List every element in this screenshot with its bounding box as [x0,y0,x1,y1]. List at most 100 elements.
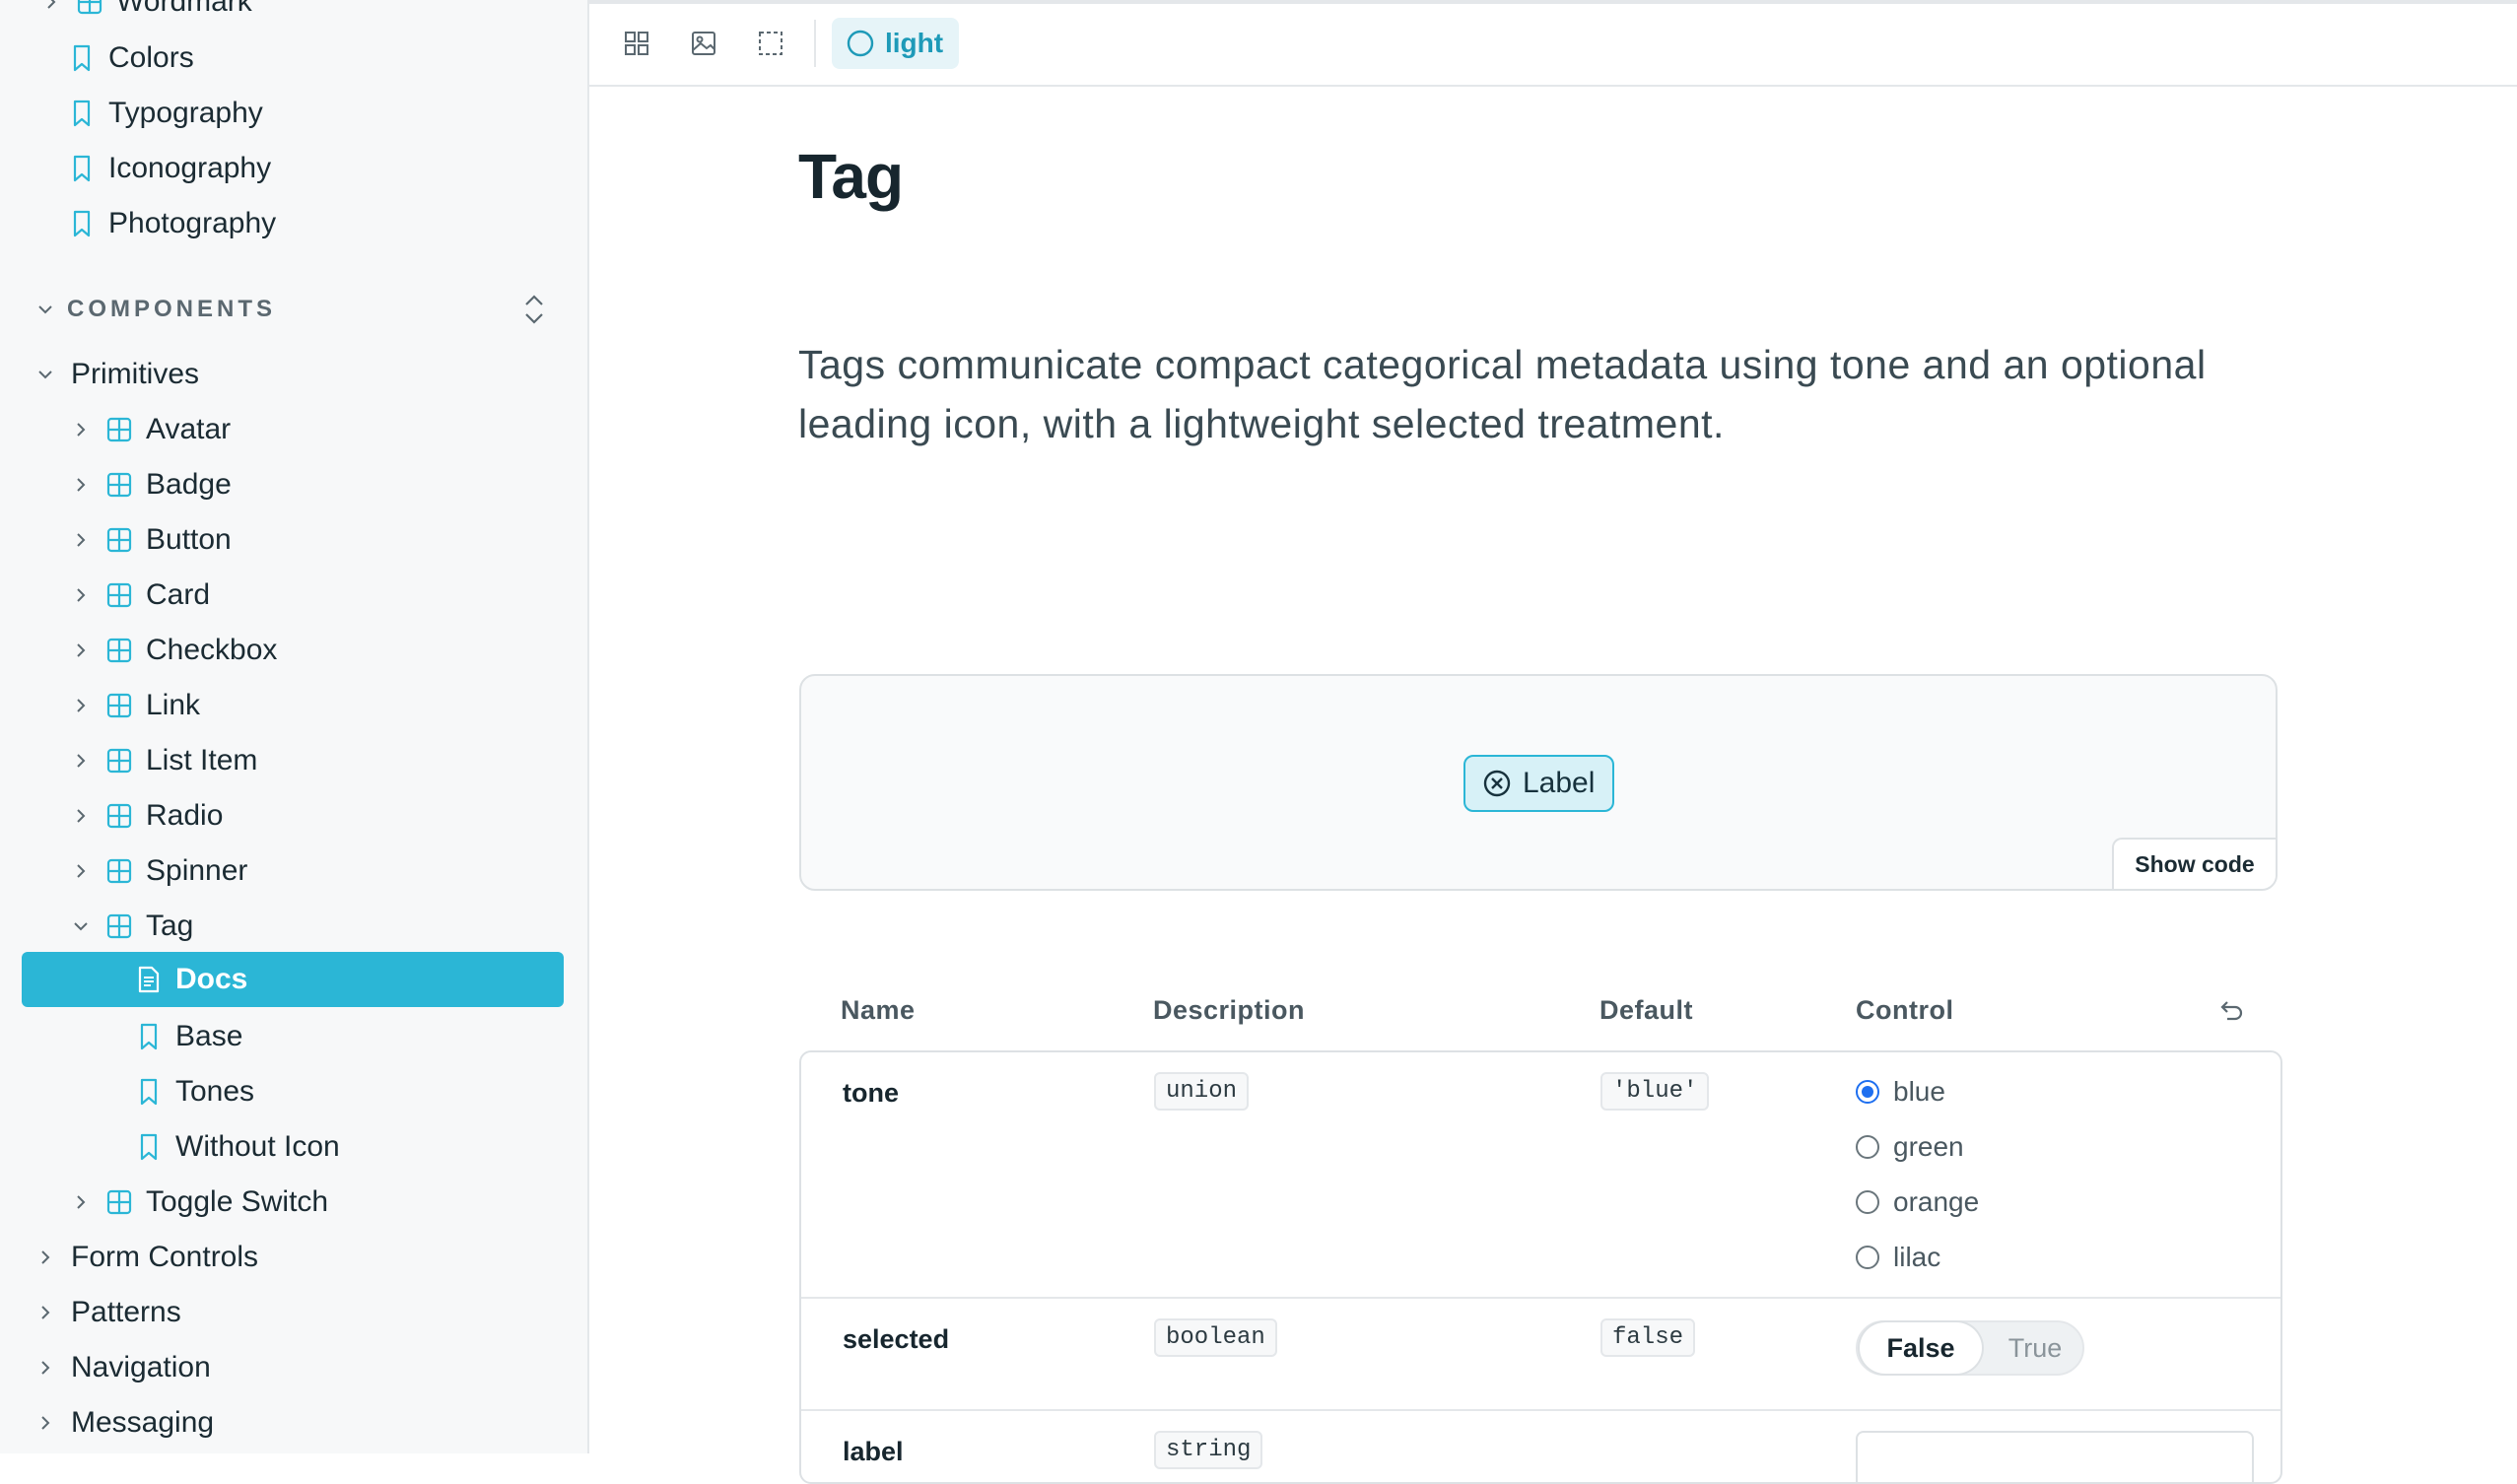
column-header-name: Name [841,995,916,1025]
radio-button[interactable] [1856,1190,1879,1214]
sidebar-item-card[interactable]: Card [71,568,210,623]
sidebar-group-form-controls[interactable]: Form Controls [35,1230,258,1285]
component-icon [106,802,132,830]
toggle-option-false[interactable]: False [1860,1322,1982,1374]
component-icon [106,857,132,885]
page-title: Tag [798,141,904,212]
sidebar-item-tag-tones[interactable]: Tones [136,1064,254,1119]
document-icon [136,966,162,993]
chevron-right-icon [71,696,91,715]
bookmark-icon [136,1023,162,1050]
radio-label: orange [1893,1186,1980,1217]
sidebar-item-checkbox[interactable]: Checkbox [71,623,277,678]
sidebar-item-label: List Item [146,744,258,776]
radio-button-checked[interactable] [1856,1080,1879,1104]
theme-toggle-button[interactable]: light [832,18,960,69]
sidebar-item-wordmark[interactable]: Wordmark [41,0,252,30]
column-header-default: Default [1599,995,1694,1025]
sidebar-item-spinner[interactable]: Spinner [71,843,247,899]
grid-icon [625,32,648,55]
reset-controls-icon[interactable] [2217,997,2245,1025]
show-code-button[interactable]: Show code [2112,838,2276,889]
background-button[interactable] [684,24,723,63]
table-row: tone union 'blue' blue green orange lila… [801,1052,2280,1299]
sidebar-item-label: Form Controls [71,1241,259,1273]
tag-preview[interactable]: Label [1463,755,1615,812]
component-icon [106,416,132,443]
grid-toggle-button[interactable] [617,24,656,63]
sidebar-group-navigation[interactable]: Navigation [35,1340,211,1395]
sidebar-item-label: Toggle Switch [146,1185,329,1218]
chevron-down-icon [71,916,91,936]
toolbar-divider [814,20,816,67]
expand-collapse-icon[interactable] [518,292,550,327]
bookmark-icon [136,1133,162,1161]
circle-icon [847,30,874,57]
radio-option-orange[interactable]: orange [1856,1186,1979,1218]
toggle-option-true[interactable]: True [1986,1322,2084,1374]
bookmark-icon [69,155,95,182]
label-text-input[interactable] [1856,1431,2254,1482]
component-icon [77,0,102,16]
component-icon [106,637,132,664]
page-description: Tags communicate compact categorical met… [798,342,2207,446]
chevron-down-icon [35,300,55,319]
arg-name: tone [843,1078,899,1108]
bookmark-icon [69,210,95,237]
bookmark-icon [69,44,95,72]
chevron-right-icon [71,585,91,605]
component-icon [106,471,132,499]
radio-button[interactable] [1856,1135,1879,1159]
radio-option-green[interactable]: green [1856,1131,1964,1163]
component-icon [106,581,132,609]
sidebar-item-label: Link [146,689,201,721]
chevron-right-icon [71,751,91,771]
radio-option-blue[interactable]: blue [1856,1076,1945,1108]
chevron-right-icon [71,420,91,439]
sidebar-item-tag-base[interactable]: Base [136,1009,242,1064]
sidebar-item-list-item[interactable]: List Item [71,733,257,788]
sidebar-item-photography[interactable]: Photography [69,196,276,251]
sidebar-item-avatar[interactable]: Avatar [71,402,231,457]
sidebar-item-tag-without-icon[interactable]: Without Icon [136,1119,340,1175]
chevron-right-icon [71,861,91,881]
sidebar-group-messaging[interactable]: Messaging [35,1395,214,1450]
arg-name: selected [843,1324,950,1354]
sidebar-item-button[interactable]: Button [71,512,232,568]
sidebar-item-label: Base [175,1020,243,1052]
sidebar-item-label: Colors [108,41,194,74]
sidebar-item-toggle-switch[interactable]: Toggle Switch [71,1175,328,1230]
table-row: selected boolean false False True [801,1299,2280,1411]
radio-option-lilac[interactable]: lilac [1856,1242,1940,1273]
arg-type: boolean [1154,1318,1277,1357]
sidebar-group-patterns[interactable]: Patterns [35,1285,181,1340]
sidebar-item-label: Wordmark [116,0,252,18]
boolean-toggle[interactable]: False True [1856,1320,2084,1376]
sidebar: Wordmark Colors Typography Iconography P… [0,0,589,1453]
components-section-header[interactable]: COMPONENTS [35,282,558,337]
sidebar-item-label: Avatar [146,413,232,445]
chevron-right-icon [35,1303,55,1322]
sidebar-group-primitives[interactable]: Primitives [35,347,199,402]
sidebar-item-badge[interactable]: Badge [71,457,232,512]
sidebar-item-link[interactable]: Link [71,678,200,733]
sidebar-item-typography[interactable]: Typography [69,86,263,141]
outline-button[interactable] [751,24,790,63]
sidebar-item-label: Typography [108,97,263,129]
radio-button[interactable] [1856,1246,1879,1269]
toolbar: light [589,0,2517,87]
radio-label: blue [1893,1076,1945,1107]
sidebar-item-tag-docs[interactable]: Docs [22,952,564,1007]
sidebar-item-tag[interactable]: Tag [71,899,193,954]
sidebar-item-iconography[interactable]: Iconography [69,141,271,196]
sidebar-item-label: Tag [146,910,194,942]
sidebar-item-label: Navigation [71,1351,211,1383]
column-header-description: Description [1153,995,1306,1025]
chevron-right-icon [71,806,91,826]
args-table: tone union 'blue' blue green orange lila… [799,1050,2282,1484]
sidebar-item-colors[interactable]: Colors [69,31,194,86]
close-circle-icon [1483,770,1511,797]
sidebar-item-radio[interactable]: Radio [71,788,223,843]
bookmark-icon [69,100,95,127]
chevron-right-icon [71,1192,91,1212]
